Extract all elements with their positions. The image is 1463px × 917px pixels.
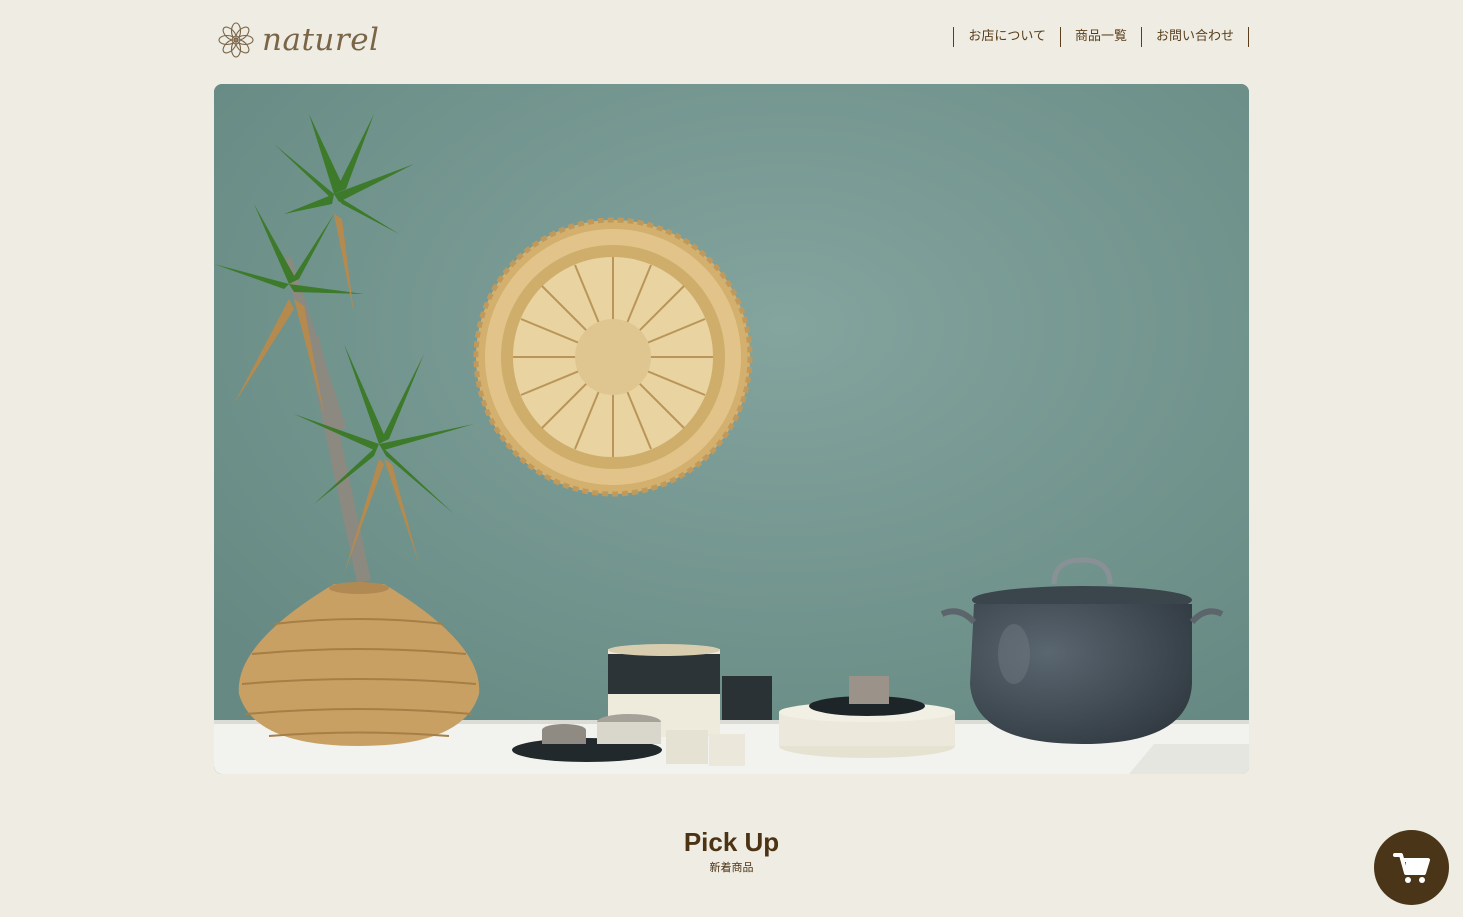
logo-link[interactable]: naturel xyxy=(216,20,379,60)
section-subtitle: 新着商品 xyxy=(709,861,754,874)
cart-icon xyxy=(1392,852,1430,883)
hero-image xyxy=(214,84,1249,774)
cart-button[interactable] xyxy=(1374,830,1449,905)
nav-about[interactable]: お店について xyxy=(954,27,1061,47)
logo-text: naturel xyxy=(262,22,380,58)
site-header: naturel お店について 商品一覧 お問い合わせ xyxy=(214,18,1249,62)
nav-products[interactable]: 商品一覧 xyxy=(1061,27,1142,47)
mandala-flower-icon xyxy=(218,22,254,58)
nav-contact[interactable]: お問い合わせ xyxy=(1142,27,1249,47)
section-title: Pick Up xyxy=(683,827,780,857)
pickup-section: Pick Up 新着商品 xyxy=(0,826,1463,876)
main-nav: お店について 商品一覧 お問い合わせ xyxy=(953,27,1249,47)
wicker-wall-plate xyxy=(473,217,753,497)
